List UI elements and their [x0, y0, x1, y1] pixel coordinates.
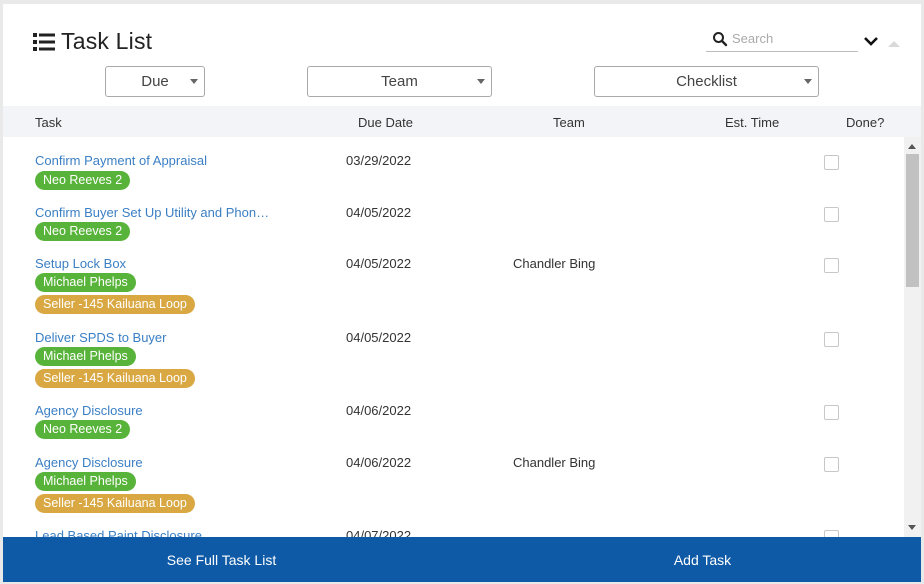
- dropdown-caret-icon: [477, 79, 485, 84]
- column-header-team[interactable]: Team: [553, 115, 585, 130]
- task-rows: Confirm Payment of Appraisal 03/29/2022 …: [3, 137, 903, 537]
- table-header: Task Due Date Team Est. Time Done?: [3, 106, 921, 137]
- dropdown-caret-icon: [804, 79, 812, 84]
- listing-tag: Seller -145 Kailuana Loop: [35, 295, 195, 314]
- contact-tag: Michael Phelps: [35, 472, 136, 491]
- task-link[interactable]: Setup Lock Box: [35, 256, 126, 271]
- add-task-button[interactable]: Add Task: [462, 537, 921, 582]
- chevron-down-icon[interactable]: [863, 34, 879, 48]
- team-filter-label: Team: [381, 73, 418, 90]
- task-link[interactable]: Confirm Buyer Set Up Utility and Phon…: [35, 205, 269, 220]
- scrollbar-thumb[interactable]: [906, 154, 919, 287]
- due-date: 04/05/2022: [346, 330, 412, 345]
- page-title: Task List: [61, 28, 153, 54]
- due-date: 04/05/2022: [346, 205, 412, 220]
- checklist-filter-label: Checklist: [676, 73, 737, 90]
- search-icon: [712, 31, 728, 47]
- column-header-due-date[interactable]: Due Date: [358, 115, 413, 130]
- vertical-scrollbar[interactable]: [904, 137, 921, 537]
- listing-tag: Seller -145 Kailuana Loop: [35, 369, 195, 388]
- list-icon: [33, 32, 55, 52]
- due-date: 03/29/2022: [346, 153, 412, 168]
- done-checkbox[interactable]: [824, 258, 839, 273]
- header: Task List: [33, 28, 152, 55]
- due-date: 04/06/2022: [346, 403, 412, 418]
- due-date: 04/07/2022: [346, 528, 412, 537]
- task-link[interactable]: Lead Based Paint Disclosure: [35, 528, 202, 537]
- search-box: [706, 26, 858, 52]
- task-link[interactable]: Confirm Payment of Appraisal: [35, 153, 207, 168]
- due-filter-select[interactable]: Due: [105, 66, 205, 97]
- search-input[interactable]: [732, 31, 852, 46]
- team-name: Chandler Bing: [513, 455, 596, 470]
- done-checkbox[interactable]: [824, 155, 839, 170]
- due-date: 04/06/2022: [346, 455, 412, 470]
- dropdown-caret-icon: [190, 79, 198, 84]
- task-list-panel: Task List Due Team Checklist Task Due: [3, 4, 921, 582]
- column-header-done[interactable]: Done?: [846, 115, 884, 130]
- done-checkbox[interactable]: [824, 207, 839, 222]
- task-link[interactable]: Deliver SPDS to Buyer: [35, 330, 167, 345]
- contact-tag: Neo Reeves 2: [35, 171, 131, 190]
- team-name: Chandler Bing: [513, 256, 596, 271]
- listing-tag: Seller -145 Kailuana Loop: [35, 494, 195, 513]
- done-checkbox[interactable]: [824, 457, 839, 472]
- contact-tag: Neo Reeves 2: [35, 420, 131, 439]
- column-header-est-time[interactable]: Est. Time: [725, 115, 779, 130]
- column-header-task[interactable]: Task: [35, 115, 62, 130]
- caret-up-icon[interactable]: [887, 36, 901, 47]
- scroll-down-icon[interactable]: [908, 525, 916, 530]
- done-checkbox[interactable]: [824, 332, 839, 347]
- task-link[interactable]: Agency Disclosure: [35, 403, 143, 418]
- see-full-task-list-button[interactable]: See Full Task List: [3, 537, 462, 582]
- contact-tag: Neo Reeves 2: [35, 222, 131, 241]
- footer-bar: See Full Task List Add Task: [3, 537, 921, 582]
- done-checkbox[interactable]: [824, 405, 839, 420]
- checklist-filter-select[interactable]: Checklist: [594, 66, 819, 97]
- done-checkbox[interactable]: [824, 530, 839, 537]
- task-link[interactable]: Agency Disclosure: [35, 455, 143, 470]
- due-filter-label: Due: [141, 73, 169, 90]
- team-filter-select[interactable]: Team: [307, 66, 492, 97]
- contact-tag: Michael Phelps: [35, 273, 136, 292]
- scroll-up-icon[interactable]: [908, 144, 916, 149]
- contact-tag: Michael Phelps: [35, 347, 136, 366]
- due-date: 04/05/2022: [346, 256, 412, 271]
